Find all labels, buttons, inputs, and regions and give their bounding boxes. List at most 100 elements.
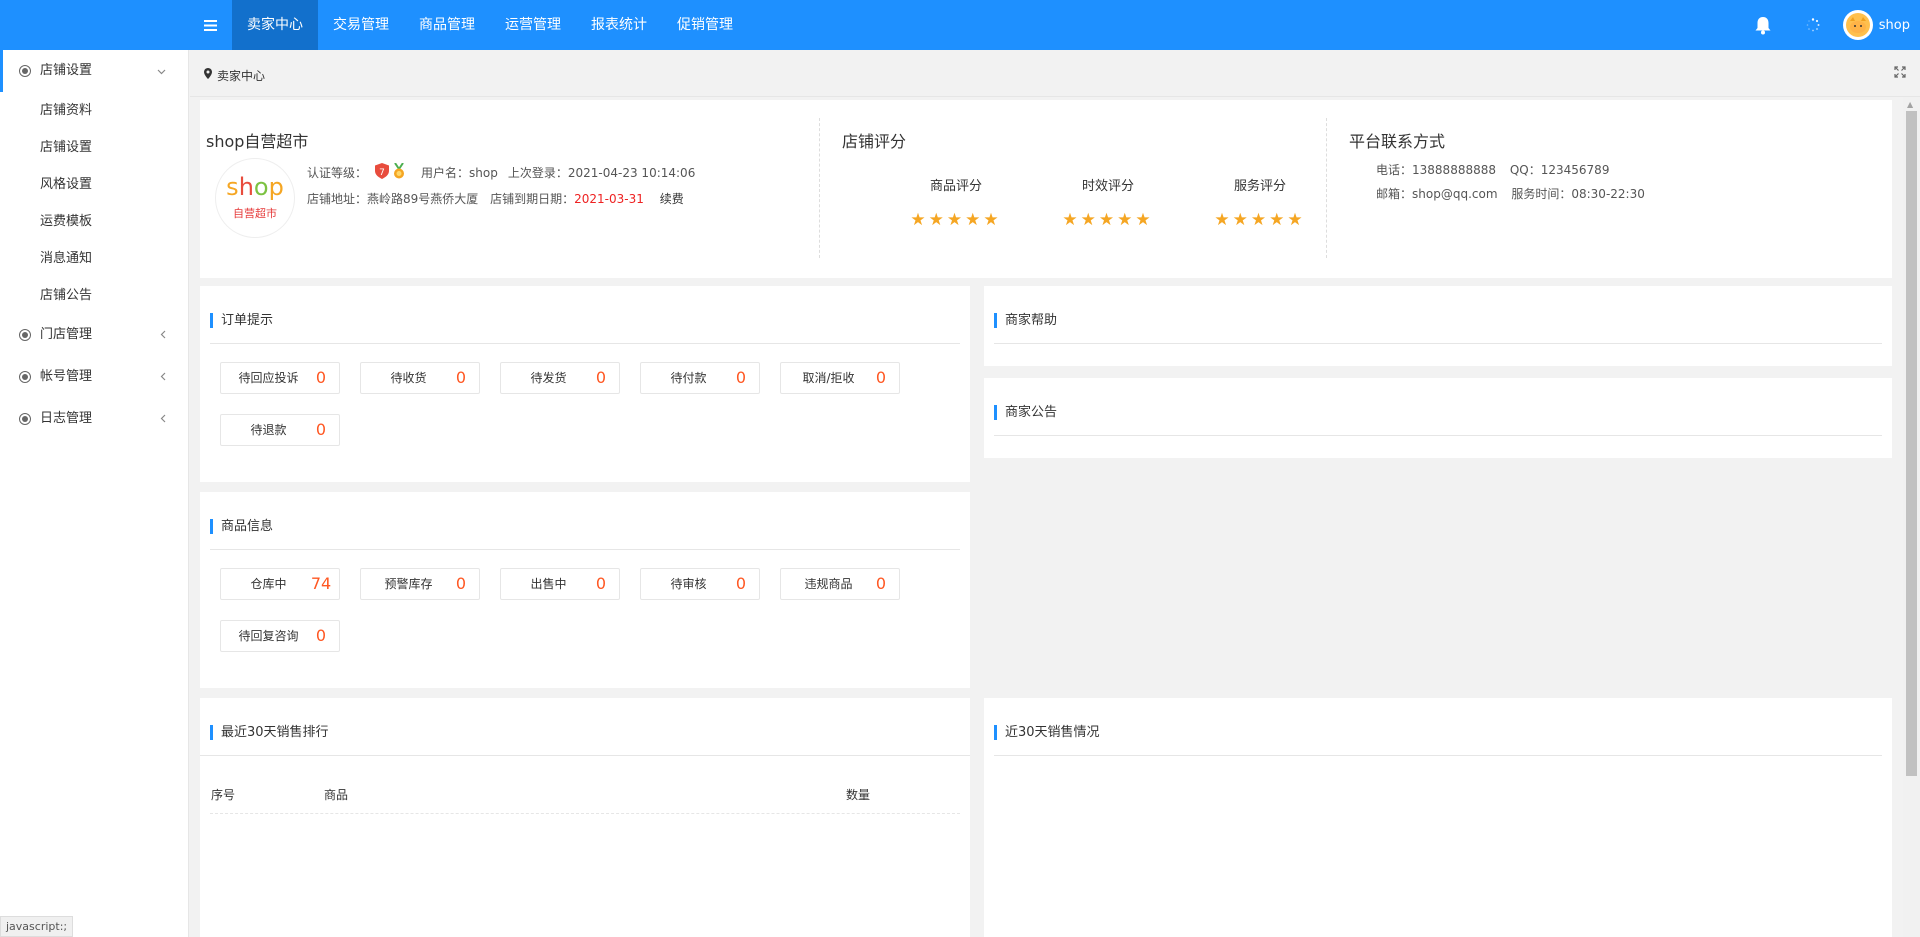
scrollbar-thumb[interactable] (1906, 111, 1917, 776)
sidebar-item-label: 日志管理 (40, 411, 93, 426)
divider (994, 343, 1882, 344)
expire-label: 店铺到期日期： (490, 192, 575, 206)
shop-logo-text: shop (226, 173, 284, 201)
last-login-value: 2021-04-23 10:14:06 (567, 165, 696, 180)
bell-icon[interactable] (1743, 0, 1783, 50)
stat-label: 待审核 (670, 577, 707, 591)
fullscreen-icon[interactable] (1894, 66, 1906, 82)
sidebar-item-label: 店铺设置 (40, 63, 93, 78)
scroll-up-arrow-icon[interactable]: ▲ (1907, 100, 1913, 109)
stat-value: 0 (315, 626, 327, 645)
phone-label: 电话： (1376, 163, 1413, 177)
nav-trade-management[interactable]: 交易管理 (318, 0, 404, 50)
sidebar-item-log-management[interactable]: 日志管理 (0, 398, 188, 440)
divider (994, 755, 1882, 756)
rating-label: 商品评分 (929, 179, 982, 194)
stat-pending-complaint[interactable]: 待回应投诉 0 (220, 362, 340, 394)
panel-title: 商家公告 (994, 405, 1057, 420)
radio-dot-icon (19, 371, 31, 383)
stat-pending-shipment[interactable]: 待发货 0 (500, 362, 620, 394)
star-rating-icons: ★★★★★ (1214, 210, 1306, 230)
radio-dot-icon (19, 413, 31, 425)
panel-title: 商品信息 (210, 519, 273, 534)
sidebar-item-store-notice[interactable]: 店铺公告 (0, 277, 188, 314)
refresh-icon[interactable] (1793, 0, 1833, 50)
stat-label: 取消/拒收 (802, 371, 855, 385)
stat-label: 待回复咨询 (238, 629, 299, 643)
stat-cancel-reject[interactable]: 取消/拒收 0 (780, 362, 900, 394)
panel-title: 订单提示 (210, 313, 273, 328)
rating-title: 店铺评分 (842, 132, 907, 151)
email-label: 邮箱： (1376, 187, 1413, 201)
rating-label: 服务评分 (1233, 179, 1286, 194)
sidebar-item-shipping-template[interactable]: 运费模板 (0, 203, 188, 240)
chevron-left-icon (160, 314, 166, 356)
shop-info-card: shop自营超市 shop 自营超市 认证等级： 7 用户名： shop 上次登… (200, 100, 1892, 278)
user-menu[interactable]: shop (1842, 10, 1920, 40)
stat-pending-consult[interactable]: 待回复咨询 0 (220, 620, 340, 652)
sidebar-item-store-config[interactable]: 店铺设置 (0, 129, 188, 166)
expire-date: 2021-03-31 (574, 192, 644, 206)
sidebar-item-account-management[interactable]: 帐号管理 (0, 356, 188, 398)
shield-badge-icon: 7 (375, 163, 392, 182)
panel-title: 近30天销售情况 (994, 725, 1100, 740)
stat-violation-goods[interactable]: 违规商品 0 (780, 568, 900, 600)
radio-dot-icon (19, 65, 31, 77)
star-rating-icons: ★★★★★ (1062, 210, 1154, 230)
top-nav: 卖家中心 交易管理 商品管理 运营管理 报表统计 促销管理 (232, 0, 748, 50)
cert-label: 认证等级： (307, 166, 368, 180)
stat-value: 0 (595, 368, 607, 387)
breadcrumb: 卖家中心 (190, 50, 1920, 97)
status-bar-url: javascript:; (0, 916, 74, 937)
sales-ranking-panel: 最近30天销售排行 序号 商品 数量 (200, 698, 970, 937)
sidebar-item-store-profile[interactable]: 店铺资料 (0, 92, 188, 129)
shop-name: shop自营超市 (206, 132, 309, 151)
scrollbar[interactable]: ▲ (1903, 97, 1920, 937)
stat-label: 仓库中 (250, 577, 287, 591)
renew-link[interactable]: 续费 (660, 192, 684, 206)
divider (994, 435, 1882, 436)
qq-value: 123456789 (1540, 163, 1610, 177)
radio-dot-icon (19, 329, 31, 341)
nav-promotion-management[interactable]: 促销管理 (662, 0, 748, 50)
stat-pending-payment[interactable]: 待付款 0 (640, 362, 760, 394)
sidebar-item-store-management[interactable]: 门店管理 (0, 314, 188, 356)
divider (1326, 118, 1327, 258)
nav-goods-management[interactable]: 商品管理 (404, 0, 490, 50)
email-value: shop@qq.com (1412, 187, 1498, 201)
contact-line-phone: 电话：13888888888 QQ：123456789 (1376, 161, 1609, 178)
divider (200, 755, 970, 756)
stat-on-sale[interactable]: 出售中 0 (500, 568, 620, 600)
phone-value: 13888888888 (1412, 163, 1496, 177)
nav-report-statistics[interactable]: 报表统计 (576, 0, 662, 50)
stat-pending-refund[interactable]: 待退款 0 (220, 414, 340, 446)
sidebar-item-label: 门店管理 (40, 327, 93, 342)
nav-seller-center[interactable]: 卖家中心 (232, 0, 318, 50)
stat-label: 出售中 (530, 577, 567, 591)
chevron-left-icon (160, 356, 166, 398)
svg-text:7: 7 (379, 168, 385, 178)
sidebar-item-style-settings[interactable]: 风格设置 (0, 166, 188, 203)
stat-pending-review[interactable]: 待审核 0 (640, 568, 760, 600)
stat-label: 待付款 (670, 371, 707, 385)
stat-value: 0 (455, 368, 467, 387)
rating-goods: 商品评分 ★★★★★ (896, 175, 1016, 230)
sidebar-group-store-settings: 店铺设置 店铺资料 店铺设置 风格设置 运费模板 消息通知 店铺公告 (0, 50, 188, 314)
hours-label: 服务时间： (1511, 187, 1572, 201)
stat-stock-warning[interactable]: 预警库存 0 (360, 568, 480, 600)
order-tips-panel: 订单提示 待回应投诉 0 待收货 0 待发货 0 待付款 0 取消/拒收 0 待退款 0 (200, 286, 970, 482)
sidebar-item-message-notify[interactable]: 消息通知 (0, 240, 188, 277)
stat-label: 待回应投诉 (238, 371, 299, 385)
goods-info-panel: 商品信息 仓库中 74 预警库存 0 出售中 0 待审核 0 违规商品 0 待回复咨询 0 (200, 492, 970, 688)
nav-operation-management[interactable]: 运营管理 (490, 0, 576, 50)
sidebar-item-store-settings[interactable]: 店铺设置 (0, 50, 188, 92)
stat-value: 0 (455, 574, 467, 593)
seller-help-panel: 商家帮助 (984, 286, 1892, 366)
menu-icon[interactable] (190, 0, 230, 50)
rating-timeliness: 时效评分 ★★★★★ (1048, 175, 1168, 230)
divider (210, 813, 960, 814)
last-login-label: 上次登录： (507, 166, 568, 180)
hours-value: 08:30-22:30 (1571, 187, 1645, 201)
stat-pending-receipt[interactable]: 待收货 0 (360, 362, 480, 394)
stat-in-warehouse[interactable]: 仓库中 74 (220, 568, 340, 600)
